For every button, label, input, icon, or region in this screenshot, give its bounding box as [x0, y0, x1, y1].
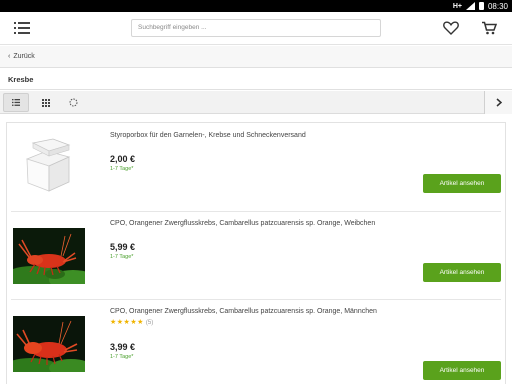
- next-page-button[interactable]: [484, 91, 512, 114]
- product-image[interactable]: [3, 228, 97, 290]
- shipping-time: 1-7 Tage*: [110, 254, 134, 260]
- product-name[interactable]: CPO, Orangener Zwergflusskrebs, Cambarel…: [110, 308, 377, 315]
- product-name[interactable]: Styroporbox für den Garnelen-, Krebse un…: [110, 132, 306, 139]
- list-view-button[interactable]: [3, 93, 29, 112]
- listing-toolbar: [0, 91, 512, 114]
- view-product-button[interactable]: Artikel ansehen: [423, 263, 501, 282]
- list-view-icon: [12, 99, 20, 106]
- product-list: Styroporbox für den Garnelen-, Krebse un…: [3, 122, 506, 384]
- chevron-left-icon: ‹: [8, 53, 11, 60]
- filter-icon: [69, 98, 77, 107]
- product-price: 2,00 €: [110, 154, 136, 164]
- view-product-button[interactable]: Artikel ansehen: [423, 174, 501, 193]
- menu-icon[interactable]: [14, 22, 30, 34]
- view-product-button[interactable]: Artikel ansehen: [423, 361, 501, 380]
- product-image[interactable]: [13, 137, 85, 193]
- product-price: 5,99 €: [110, 242, 136, 252]
- product-image[interactable]: [3, 316, 93, 378]
- filter-button[interactable]: [60, 93, 86, 112]
- heart-icon[interactable]: [443, 21, 459, 35]
- clock: 08:30: [487, 1, 508, 11]
- product-item[interactable]: CPO, Orangener Zwergflusskrebs, Cambarel…: [3, 212, 505, 300]
- battery-icon: [478, 2, 484, 10]
- back-label: Zurück: [13, 53, 35, 60]
- star-icons: ★★★★★: [110, 319, 144, 326]
- chevron-right-icon: [496, 98, 502, 107]
- search-input[interactable]: Suchbegriff eingeben ...: [131, 19, 381, 37]
- shipping-time: 1-7 Tage*: [110, 166, 134, 172]
- product-name[interactable]: CPO, Orangener Zwergflusskrebs, Cambarel…: [110, 220, 375, 227]
- network-type: H+: [452, 2, 462, 10]
- product-item[interactable]: Styroporbox für den Garnelen-, Krebse un…: [7, 123, 505, 212]
- rating-stars: ★★★★★ (5): [110, 318, 153, 326]
- page-title: Kresbe: [0, 69, 512, 90]
- grid-view-button[interactable]: [33, 93, 59, 112]
- signal-icon: [465, 2, 475, 10]
- back-link[interactable]: ‹ Zurück: [0, 46, 512, 68]
- shipping-time: 1-7 Tage*: [110, 354, 134, 360]
- grid-view-icon: [42, 98, 50, 107]
- cart-icon[interactable]: [481, 21, 498, 35]
- product-price: 3,99 €: [110, 342, 136, 352]
- product-item[interactable]: CPO, Orangener Zwergflusskrebs, Cambarel…: [3, 300, 505, 384]
- rating-count: (5): [145, 320, 154, 326]
- status-bar: H+ 08:30: [0, 0, 512, 12]
- app-header: Suchbegriff eingeben ...: [0, 12, 512, 45]
